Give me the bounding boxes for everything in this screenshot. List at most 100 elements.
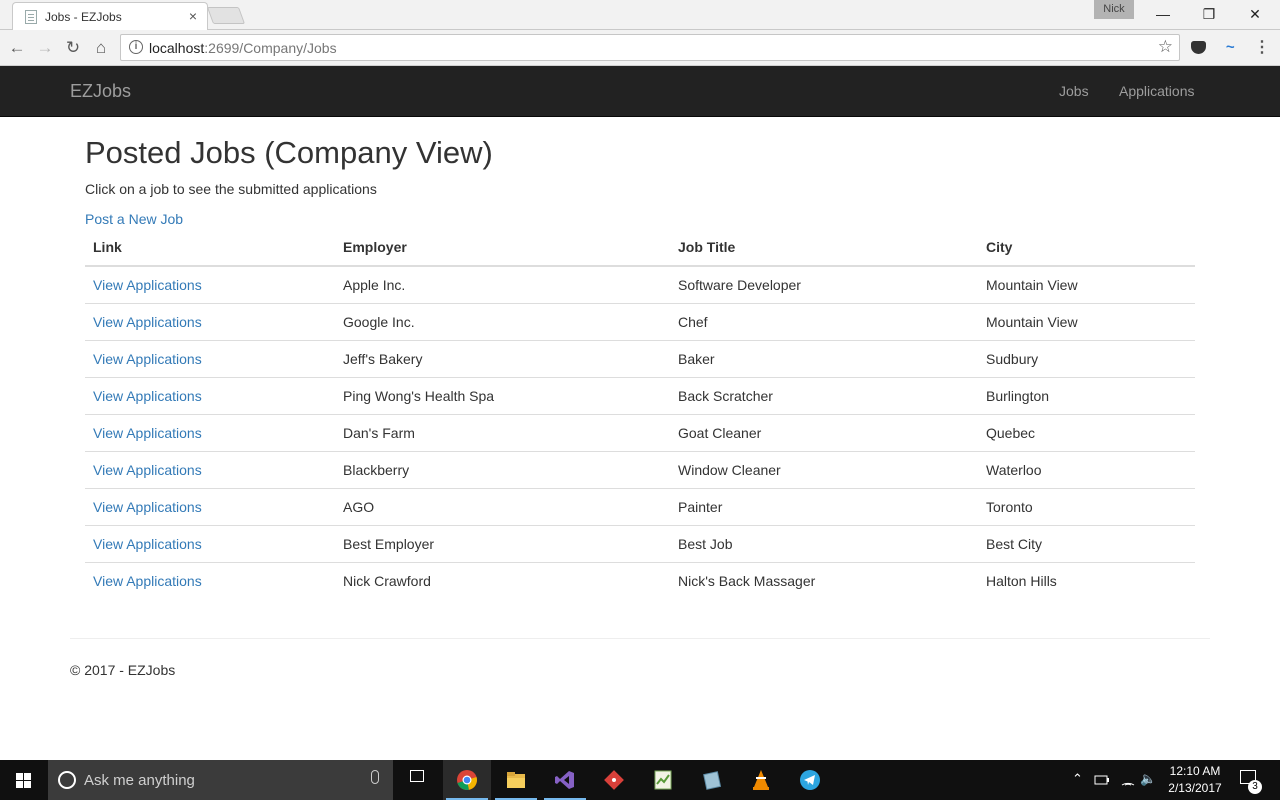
visual-studio-icon xyxy=(555,771,574,789)
cortana-icon xyxy=(58,771,76,789)
view-applications-cell: View Applications xyxy=(85,303,335,341)
url-host: localhost xyxy=(149,40,205,56)
employer-cell: Nick Crawford xyxy=(343,572,431,589)
job-title-cell: Software Developer xyxy=(670,266,978,304)
visual-studio-taskbar-button[interactable] xyxy=(541,760,589,800)
chrome-icon xyxy=(457,770,477,790)
footer-text: © 2017 - EZJobs xyxy=(70,662,176,678)
spreadsheet-taskbar-button[interactable] xyxy=(639,760,687,800)
job-title-cell: Best Job xyxy=(670,525,978,563)
browser-menu-icon[interactable]: ⋮ xyxy=(1252,38,1272,58)
telegram-taskbar-button[interactable] xyxy=(786,760,834,800)
file-explorer-taskbar-button[interactable] xyxy=(492,760,540,800)
clock-time: 12:10 AM xyxy=(1169,764,1221,778)
restore-button[interactable]: ❐ xyxy=(1186,2,1232,26)
git-client-taskbar-button[interactable] xyxy=(590,760,638,800)
app-navbar: EZJobs Jobs Applications xyxy=(0,66,1280,117)
view-applications-cell: View Applications xyxy=(85,377,335,415)
taskbar-clock[interactable]: 12:10 AM 2/13/2017 xyxy=(1158,763,1232,797)
table-row: View Applications Dan's Farm Goat Cleaner Q… xyxy=(85,414,1195,452)
jobs-table: Link Employer Job Title City View Applic… xyxy=(85,229,1195,599)
back-arrow-icon[interactable]: ← xyxy=(5,36,29,60)
minimize-button[interactable]: — xyxy=(1140,2,1186,26)
bookmark-star-icon[interactable]: ☆ xyxy=(1158,37,1173,57)
view-applications-link[interactable]: View Applications xyxy=(93,536,202,552)
clock-date: 2/13/2017 xyxy=(1168,781,1222,795)
view-applications-link[interactable]: View Applications xyxy=(93,277,202,293)
site-info-icon[interactable]: i xyxy=(129,40,143,54)
browser-toolbar: ← → ↻ ⌂ i localhost:2699/Company/Jobs ☆ … xyxy=(0,30,1280,66)
new-tab-button[interactable] xyxy=(206,7,246,24)
view-applications-cell: View Applications xyxy=(85,451,335,489)
city-cell: Halton Hills xyxy=(986,572,1057,589)
address-bar[interactable]: i localhost:2699/Company/Jobs ☆ xyxy=(120,34,1180,61)
vlc-cone-icon xyxy=(753,770,769,790)
telegram-icon xyxy=(800,770,820,790)
view-applications-link[interactable]: View Applications xyxy=(93,351,202,367)
windows-taskbar: Ask me anything ⌃ 🔈 12:10 AM 2/13/2017 3 xyxy=(0,760,1280,800)
reload-icon[interactable]: ↻ xyxy=(61,36,85,60)
nav-jobs-link[interactable]: Jobs xyxy=(1059,83,1089,99)
notes-icon xyxy=(703,771,722,790)
view-applications-link[interactable]: View Applications xyxy=(93,573,202,589)
task-view-button[interactable] xyxy=(393,760,441,800)
column-header-link: Link xyxy=(85,229,335,267)
view-applications-link[interactable]: View Applications xyxy=(93,388,202,404)
view-applications-link[interactable]: View Applications xyxy=(93,499,202,515)
start-button[interactable] xyxy=(0,760,48,800)
wifi-icon[interactable] xyxy=(1120,772,1136,788)
city-cell: Sudbury xyxy=(978,340,1195,378)
city-cell: Toronto xyxy=(978,488,1195,526)
table-row: View Applications Jeff's Bakery Baker Sudbu… xyxy=(85,340,1195,378)
search-placeholder: Ask me anything xyxy=(84,772,195,789)
employer-cell: Google Inc. xyxy=(335,303,670,341)
url-text: localhost:2699/Company/Jobs xyxy=(149,40,337,56)
browser-tab-active[interactable]: Jobs - EZJobs × xyxy=(12,2,208,30)
battery-icon[interactable] xyxy=(1094,773,1110,787)
tray-overflow-icon[interactable]: ⌃ xyxy=(1072,771,1083,787)
view-applications-link[interactable]: View Applications xyxy=(93,425,202,441)
url-path: :2699/Company/Jobs xyxy=(204,40,337,56)
notes-taskbar-button[interactable] xyxy=(688,760,736,800)
notification-count-badge: 3 xyxy=(1248,780,1262,794)
job-title-cell: Goat Cleaner xyxy=(670,414,978,452)
job-title-cell: Chef xyxy=(670,303,978,341)
close-window-button[interactable]: ✕ xyxy=(1232,2,1278,26)
git-diamond-icon xyxy=(604,770,624,790)
spreadsheet-icon xyxy=(654,770,672,790)
post-new-job-link[interactable]: Post a New Job xyxy=(85,211,183,227)
volume-icon[interactable]: 🔈 xyxy=(1140,771,1156,787)
job-title-cell: Back Scratcher xyxy=(670,377,978,415)
wave-extension-icon[interactable]: ~ xyxy=(1220,38,1240,58)
employer-cell: Ping Wong's Health Spa xyxy=(335,377,670,415)
chrome-taskbar-button[interactable] xyxy=(443,760,491,800)
microphone-icon[interactable] xyxy=(371,770,379,784)
employer-cell: Jeff's Bakery xyxy=(335,340,670,378)
cortana-search-box[interactable]: Ask me anything xyxy=(48,760,393,800)
column-header-city: City xyxy=(978,229,1195,267)
employer-cell: Best Employer xyxy=(335,525,670,563)
pocket-extension-icon[interactable] xyxy=(1188,38,1208,58)
home-icon[interactable]: ⌂ xyxy=(89,36,113,60)
forward-arrow-icon[interactable]: → xyxy=(33,36,57,60)
view-applications-link[interactable]: View Applications xyxy=(93,462,202,478)
page-favicon-icon xyxy=(25,10,37,24)
employer-cell: Dan's Farm xyxy=(335,414,670,452)
view-applications-link[interactable]: View Applications xyxy=(93,314,202,330)
nav-applications-link[interactable]: Applications xyxy=(1119,83,1195,99)
table-row: View Applications Blackberry Window Cleane… xyxy=(85,451,1195,489)
tab-close-icon[interactable]: × xyxy=(189,8,197,24)
table-row: View Applications Nick Crawford Nick's Bac… xyxy=(85,562,1195,599)
jobs-table-body: View Applications Apple Inc. Software Deve… xyxy=(85,266,1195,599)
table-row: View Applications Ping Wong's Health Spa B… xyxy=(85,377,1195,415)
column-header-job-title: Job Title xyxy=(670,229,978,267)
brand-link[interactable]: EZJobs xyxy=(70,81,131,102)
profile-button[interactable]: Nick xyxy=(1094,0,1134,19)
view-applications-cell: View Applications xyxy=(85,488,335,526)
view-applications-cell: View Applications xyxy=(85,562,335,599)
employer-cell: Blackberry xyxy=(335,451,670,489)
view-applications-cell: View Applications xyxy=(85,340,335,378)
vlc-taskbar-button[interactable] xyxy=(737,760,785,800)
tab-title: Jobs - EZJobs xyxy=(45,10,122,24)
city-cell: Waterloo xyxy=(978,451,1195,489)
